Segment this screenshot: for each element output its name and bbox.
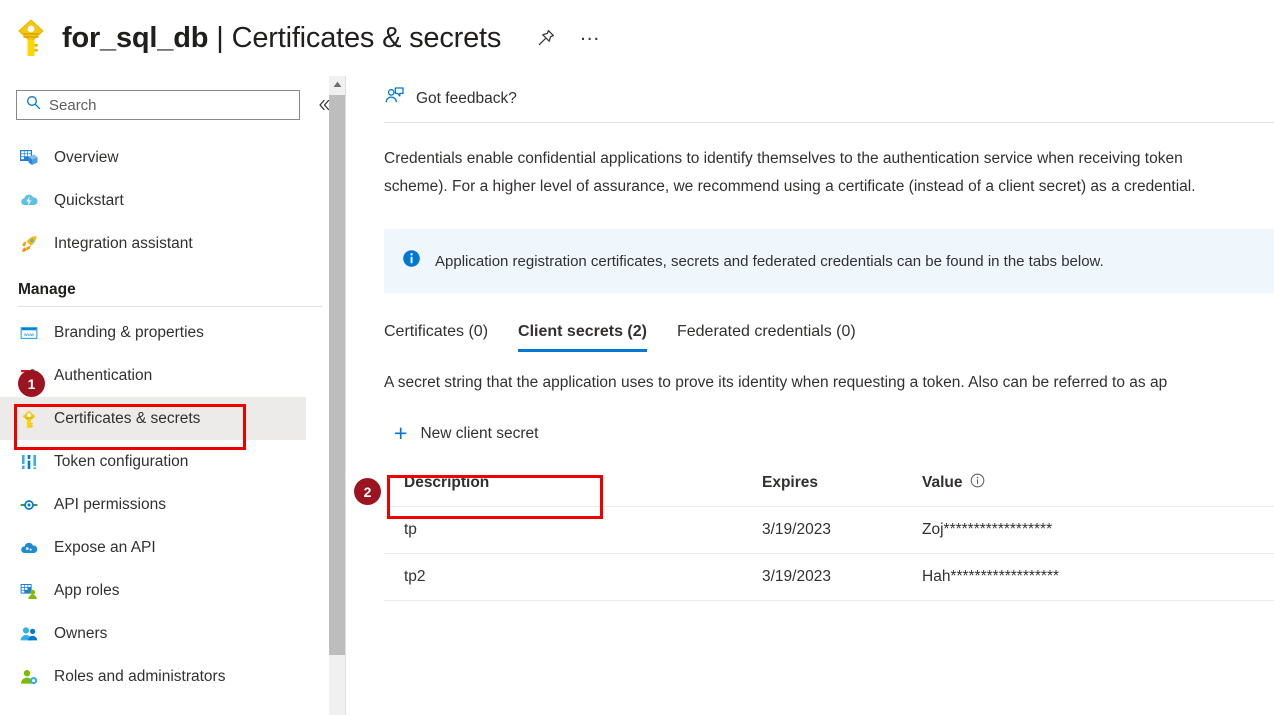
info-circle-icon	[402, 249, 421, 273]
page-title: for_sql_db | Certificates & secrets	[62, 22, 501, 55]
page-header: for_sql_db | Certificates & secrets …	[0, 0, 1274, 76]
sidebar-item-label: Quickstart	[54, 191, 124, 209]
sidebar-item-label: Branding & properties	[54, 323, 204, 341]
quickstart-cloud-icon	[18, 190, 40, 212]
ellipsis-icon[interactable]: …	[579, 23, 602, 45]
credential-tabs: Certificates (0) Client secrets (2) Fede…	[384, 323, 1274, 352]
column-header-description: Description	[404, 474, 490, 491]
column-header-expires: Expires	[762, 474, 819, 491]
roles-admins-icon	[18, 666, 40, 688]
column-header-value-label: Value	[922, 474, 963, 491]
overview-icon	[18, 147, 40, 169]
azure-portal-page: for_sql_db | Certificates & secrets … Se…	[0, 0, 1274, 715]
info-banner-text: Application registration certificates, s…	[435, 252, 1104, 270]
client-secrets-description: A secret string that the application use…	[384, 374, 1168, 391]
pin-icon[interactable]	[535, 27, 557, 49]
credentials-description: Credentials enable confidential applicat…	[384, 150, 1196, 195]
annotation-marker-1: 1	[18, 370, 45, 397]
cell-value: Hah******************	[922, 553, 1274, 601]
sidebar-item-label: App roles	[54, 581, 120, 599]
search-input[interactable]	[49, 96, 274, 114]
column-header-value: Value	[922, 473, 1274, 507]
scroll-up-arrow-icon[interactable]	[329, 76, 346, 93]
cell-value: Zoj******************	[922, 506, 1274, 554]
sidebar-item-label: Authentication	[54, 366, 153, 384]
sidebar-item-label: Owners	[54, 624, 108, 642]
sidebar-item-certificates-secrets[interactable]: Certificates & secrets	[0, 397, 306, 440]
sidebar-search-row	[0, 76, 346, 132]
new-client-secret-button[interactable]: + New client secret	[388, 416, 548, 451]
token-icon	[18, 451, 40, 473]
rocket-icon	[18, 233, 40, 255]
feedback-person-icon	[384, 86, 405, 112]
svg-text:www: www	[24, 332, 35, 337]
cell-description: tp2	[384, 553, 762, 601]
sidebar-item-expose-an-api[interactable]: Expose an API	[0, 526, 346, 569]
sidebar-item-api-permissions[interactable]: API permissions	[0, 483, 346, 526]
command-bar-separator	[384, 122, 1274, 123]
sidebar-item-label: Overview	[54, 148, 119, 166]
sidebar-scrollbar[interactable]	[329, 76, 346, 715]
sidebar-item-label: Integration assistant	[54, 234, 193, 252]
branding-icon: www	[18, 322, 40, 344]
tab-federated-credentials[interactable]: Federated credentials (0)	[677, 323, 856, 352]
new-client-secret-label: New client secret	[420, 424, 539, 442]
cell-expires: 3/19/2023	[762, 553, 922, 601]
tab-certificates[interactable]: Certificates (0)	[384, 323, 488, 352]
title-separator: |	[216, 21, 224, 54]
search-box[interactable]	[16, 90, 300, 120]
sidebar-item-integration-assistant[interactable]: Integration assistant	[0, 222, 346, 265]
table-header-row: Description Expires Value	[384, 473, 1274, 507]
sidebar-item-authentication[interactable]: Authentication	[0, 354, 346, 397]
got-feedback-button[interactable]: Got feedback?	[384, 86, 517, 112]
sidebar-group-manage: Manage	[18, 281, 76, 298]
sidebar-item-label: Roles and administrators	[54, 667, 226, 685]
search-icon	[26, 95, 41, 115]
owners-icon	[18, 623, 40, 645]
sidebar-item-branding-properties[interactable]: www Branding & properties	[0, 311, 346, 354]
sidebar-divider	[18, 306, 322, 307]
command-bar: Got feedback?	[384, 76, 1274, 122]
client-secrets-table: Description Expires Value tp 3/19/2023 Z…	[384, 473, 1274, 601]
page-section-title: Certificates & secrets	[231, 21, 502, 54]
sidebar-item-label: API permissions	[54, 495, 166, 513]
expose-api-icon	[18, 537, 40, 559]
sidebar-item-label: Certificates & secrets	[54, 409, 201, 427]
table-row[interactable]: tp2 3/19/2023 Hah******************	[384, 553, 1274, 601]
app-roles-icon	[18, 580, 40, 602]
sidebar-item-label: Token configuration	[54, 452, 189, 470]
info-banner: Application registration certificates, s…	[384, 229, 1274, 293]
cell-expires: 3/19/2023	[762, 506, 922, 554]
api-permissions-icon	[18, 494, 40, 516]
tab-client-secrets[interactable]: Client secrets (2)	[518, 323, 647, 352]
annotation-marker-2: 2	[354, 478, 381, 505]
cell-description: tp	[384, 506, 762, 554]
sidebar-item-owners[interactable]: Owners	[0, 612, 346, 655]
info-outline-icon[interactable]	[970, 473, 985, 493]
sidebar-item-app-roles[interactable]: App roles	[0, 569, 346, 612]
sidebar-nav: Overview Quickstart Integration assistan…	[0, 132, 346, 698]
sidebar-item-label: Expose an API	[54, 538, 156, 556]
sidebar-item-quickstart[interactable]: Quickstart	[0, 179, 346, 222]
got-feedback-label: Got feedback?	[416, 90, 517, 107]
key-icon	[18, 408, 40, 430]
header-actions: …	[535, 23, 602, 49]
sidebar-item-overview[interactable]: Overview	[0, 136, 346, 179]
main-content: Got feedback? Credentials enable confide…	[346, 76, 1274, 715]
key-icon	[14, 18, 48, 58]
plus-icon: +	[394, 420, 408, 446]
sidebar-item-token-configuration[interactable]: Token configuration	[0, 440, 346, 483]
resource-name: for_sql_db	[62, 21, 209, 54]
sidebar-item-roles-and-administrators[interactable]: Roles and administrators	[0, 655, 346, 698]
table-row[interactable]: tp 3/19/2023 Zoj******************	[384, 506, 1274, 554]
scrollbar-thumb[interactable]	[329, 95, 346, 655]
sidebar: Overview Quickstart	[0, 76, 346, 715]
